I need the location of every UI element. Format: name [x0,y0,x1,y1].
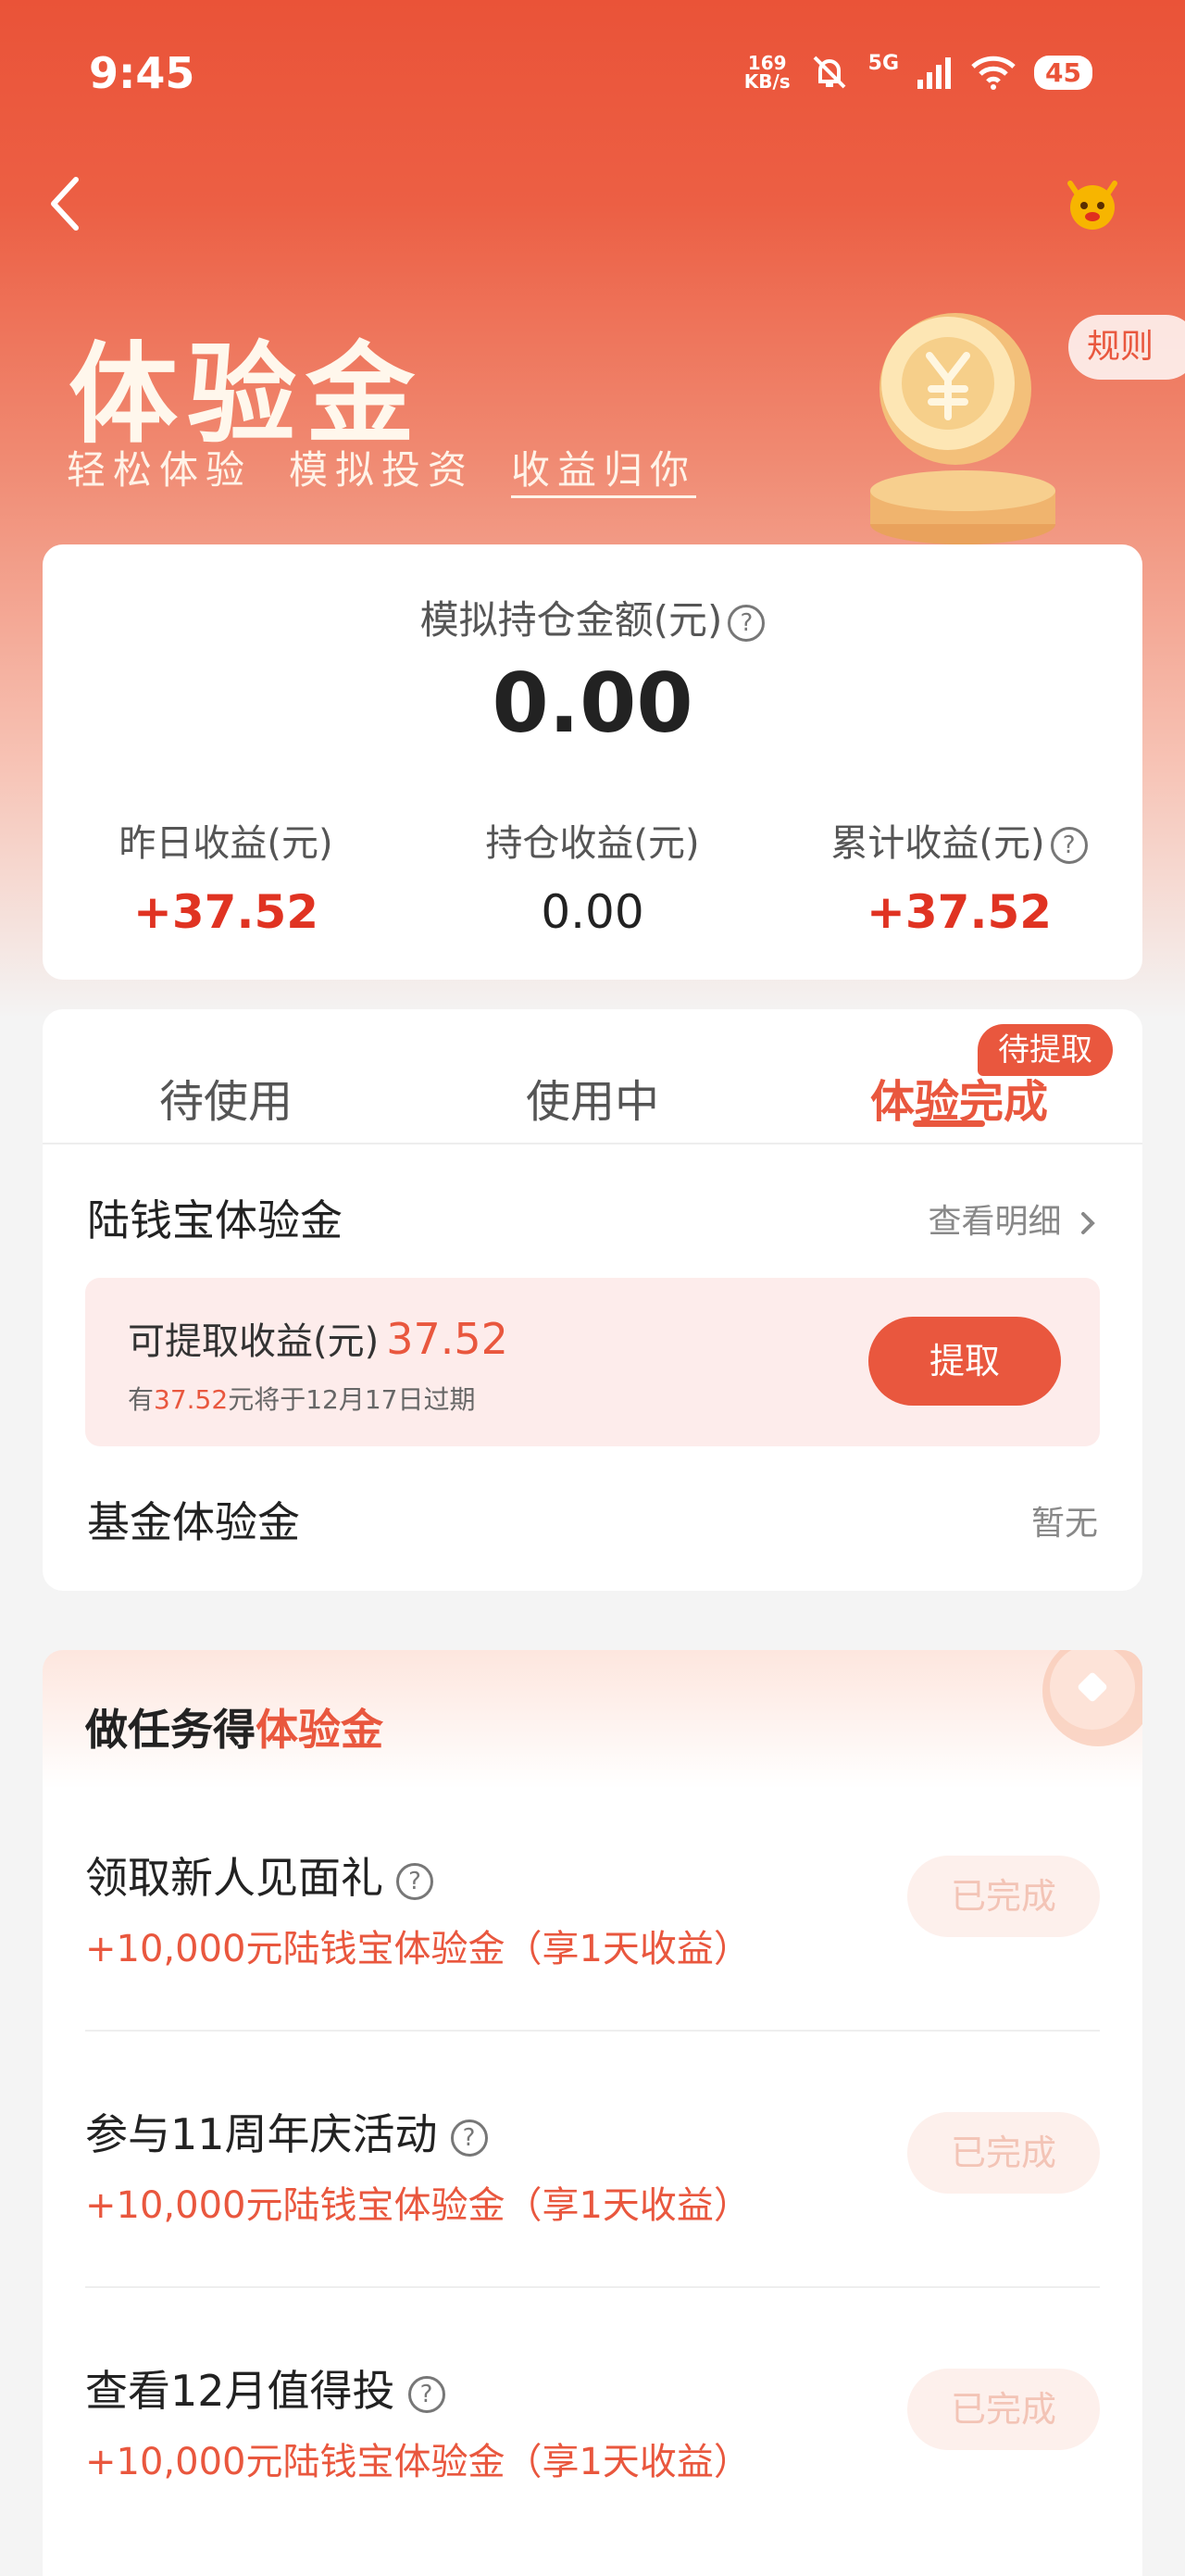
task-name-row: 查看12月值得投? [85,2357,445,2419]
help-icon[interactable]: ? [1050,827,1088,864]
task-completed-button[interactable]: 已完成 [907,1856,1100,1937]
network-type: 5G [867,52,900,75]
withdraw-amount: 37.52 [386,1314,508,1364]
chevron-left-icon[interactable] [41,167,93,241]
expiry-prefix: 有 [128,1384,155,1415]
expiry-note: 有37.52元将于12月17日过期 [128,1380,475,1417]
task-reward: +10,000元陆钱宝体验金（享1天收益） [85,2184,751,2227]
tasks-card: 做任务得体验金 领取新人见面礼? +10,000元陆钱宝体验金（享1天收益） 已… [43,1650,1142,2576]
net-speed-unit: KB/s [743,70,791,93]
status-badge: 待提取 [978,1024,1113,1076]
status-bar: 9:45 169 KB/s 5G 45 [0,0,1185,157]
withdraw-label: 可提取收益(元) [128,1320,380,1363]
task-divider [85,2030,1100,2032]
stat-label: 持仓收益(元) [485,822,700,865]
help-icon[interactable]: ? [407,2375,445,2413]
chevron-right-icon [1081,1212,1095,1234]
tasks-title-highlight: 体验金 [256,1705,383,1755]
subtitle-part: 收益归你 [511,439,697,498]
position-amount: 0.00 [492,656,693,751]
task-divider [85,2286,1100,2288]
task-name-row: 领取新人见面礼? [85,1844,433,1906]
decoration-coin-icon [1042,1650,1142,1746]
task-name: 参与11周年庆活动 [85,2109,438,2159]
subtitle-part: 模拟投资 [289,447,475,493]
stat-value: +37.52 [132,885,319,939]
experience-card: 待使用 使用中 体验完成 待提取 陆钱宝体验金 查看明细 可提取收益(元) 37.… [43,1009,1142,1591]
stat-label-row: 累计收益(元)? [776,813,1142,867]
stat-value: +37.52 [866,885,1053,939]
task-item: 查看12月值得投? +10,000元陆钱宝体验金（享1天收益） 已完成 [85,2357,1100,2576]
task-reward: +10,000元陆钱宝体验金（享1天收益） [85,2441,751,2483]
task-name-row: 参与11周年庆活动? [85,2101,488,2162]
wifi-icon [971,56,1016,90]
position-label: 模拟持仓金额(元)? [43,589,1142,645]
help-icon[interactable]: ? [728,604,766,642]
summary-card: 模拟持仓金额(元)? 0.00 昨日收益(元) +37.52 持仓收益(元) 0… [43,544,1142,980]
task-item: 参与11周年庆活动? +10,000元陆钱宝体验金（享1天收益） 已完成 [85,2101,1100,2357]
rules-button[interactable]: 规则 [1068,315,1185,380]
expiry-amount: 37.52 [154,1384,229,1415]
stat-label: 累计收益(元) [830,822,1045,865]
subtitle-part: 轻松体验 [67,447,253,493]
view-details-label: 查看明细 [928,1203,1062,1241]
stat-value: 0.00 [541,885,644,939]
help-icon[interactable]: ? [396,1862,433,1900]
signal-icon [917,57,952,89]
task-completed-button[interactable]: 已完成 [907,2112,1100,2194]
battery-indicator: 45 [1034,55,1092,90]
net-speed-value: 169 [747,52,787,74]
task-name: 查看12月值得投 [85,2366,395,2416]
help-icon[interactable]: ? [450,2119,488,2157]
stat-cumulative: 累计收益(元)? +37.52 [776,813,1142,939]
view-details-link[interactable]: 查看明细 [929,1194,1098,1243]
position-label-text: 模拟持仓金额(元) [419,597,723,643]
tasks-title-prefix: 做任务得 [85,1705,256,1755]
tab-pending-use[interactable]: 待使用 [43,1065,409,1130]
mascot-icon[interactable] [1061,172,1124,235]
stat-label: 昨日收益(元) [118,822,333,865]
stat-yesterday: 昨日收益(元) +37.52 [43,813,409,939]
tasks-title: 做任务得体验金 [85,1696,383,1757]
lqb-title: 陆钱宝体验金 [87,1195,343,1245]
hero-subtitle: 轻松体验 模拟投资 收益归你 [67,439,697,498]
net-speed: 169 KB/s [744,54,791,91]
tab-in-use[interactable]: 使用中 [409,1065,776,1130]
task-reward: +10,000元陆钱宝体验金（享1天收益） [85,1928,751,1970]
coin-illustration [870,313,1055,544]
task-item: 领取新人见面礼? +10,000元陆钱宝体验金（享1天收益） 已完成 [85,1844,1100,2101]
withdraw-button[interactable]: 提取 [868,1317,1061,1406]
expiry-suffix: 元将于12月17日过期 [228,1384,476,1415]
fund-title: 基金体验金 [87,1497,300,1547]
status-icons: 169 KB/s 5G 45 [744,52,1092,93]
task-name: 领取新人见面礼 [85,1853,383,1903]
stat-holding: 持仓收益(元) 0.00 [409,813,776,939]
task-completed-button[interactable]: 已完成 [907,2369,1100,2450]
withdraw-label-row: 可提取收益(元) 37.52 [128,1311,508,1365]
tab-divider [43,1143,1142,1144]
mute-icon [813,56,846,89]
active-tab-indicator [913,1120,985,1127]
status-time: 9:45 [89,48,195,98]
withdraw-panel: 可提取收益(元) 37.52 有37.52元将于12月17日过期 提取 [85,1278,1100,1446]
fund-status: 暂无 [1030,1505,1098,1543]
